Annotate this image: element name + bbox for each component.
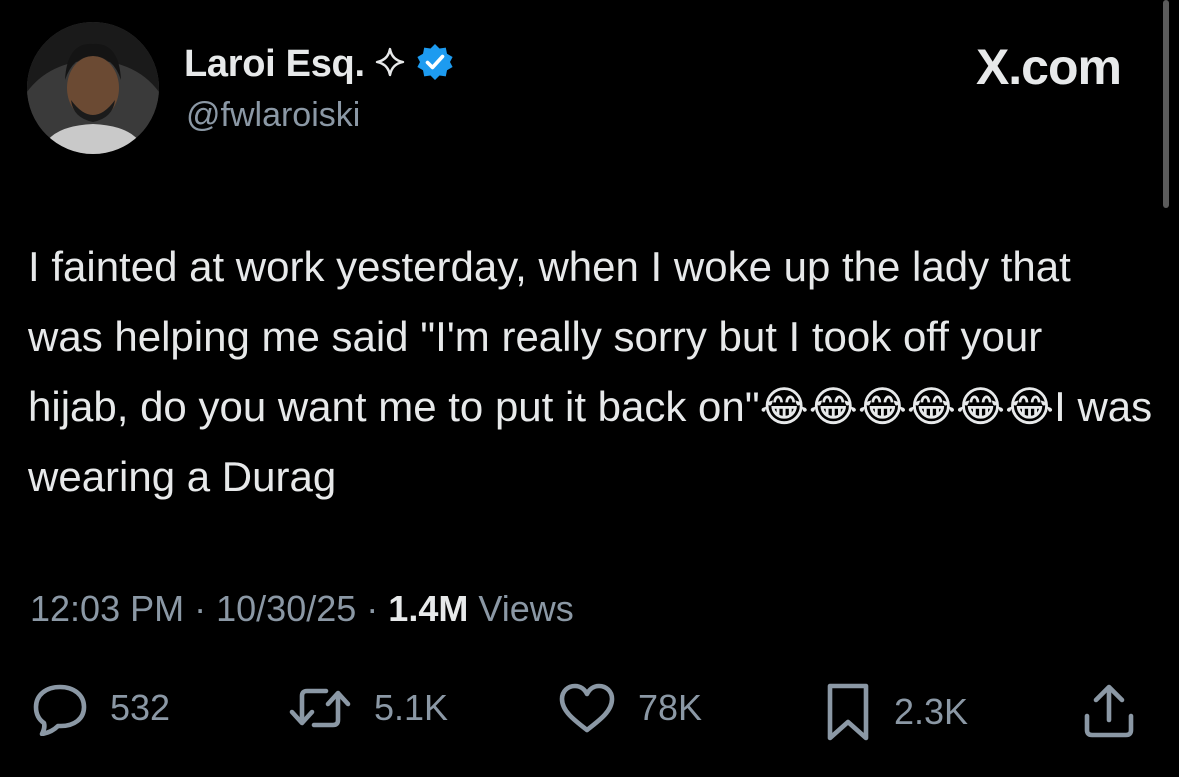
avatar-image bbox=[27, 22, 159, 154]
tweet-actions: 532 5.1K 78K 2.3K bbox=[0, 680, 1179, 744]
author-display-name[interactable]: Laroi Esq. bbox=[184, 43, 365, 86]
like-count: 78K bbox=[638, 687, 703, 728]
author-avatar[interactable] bbox=[27, 22, 159, 154]
tweet-text: I fainted at work yesterday, when I woke… bbox=[28, 243, 1153, 500]
author-handle[interactable]: @fwlaroiski bbox=[186, 96, 360, 135]
heart-icon bbox=[556, 680, 618, 736]
views-label: Views bbox=[478, 588, 574, 629]
sparkle-icon bbox=[375, 47, 405, 83]
reply-icon bbox=[30, 680, 90, 736]
like-button[interactable]: 78K bbox=[556, 680, 702, 736]
reply-button[interactable]: 532 bbox=[30, 680, 170, 736]
share-icon bbox=[1080, 680, 1138, 740]
bookmark-count: 2.3K bbox=[894, 691, 969, 732]
verified-badge-icon bbox=[415, 42, 455, 87]
scrollbar[interactable] bbox=[1163, 0, 1169, 208]
tweet-date[interactable]: 10/30/25 bbox=[216, 588, 356, 629]
repost-count: 5.1K bbox=[374, 687, 449, 728]
share-button[interactable] bbox=[1080, 680, 1138, 740]
meta-separator: · bbox=[194, 588, 207, 629]
reply-count: 532 bbox=[110, 687, 171, 728]
repost-button[interactable]: 5.1K bbox=[286, 680, 448, 736]
bookmark-icon bbox=[822, 680, 874, 744]
author-name-row: Laroi Esq. bbox=[184, 42, 455, 87]
bookmark-button[interactable]: 2.3K bbox=[822, 680, 968, 744]
repost-icon bbox=[286, 680, 354, 736]
views-count[interactable]: 1.4M bbox=[388, 588, 468, 629]
tweet-meta: 12:03 PM · 10/30/25 · 1.4M Views bbox=[30, 588, 574, 630]
tweet-time[interactable]: 12:03 PM bbox=[30, 588, 184, 629]
meta-separator-2: · bbox=[366, 588, 379, 629]
brand-label: X.com bbox=[975, 39, 1122, 95]
